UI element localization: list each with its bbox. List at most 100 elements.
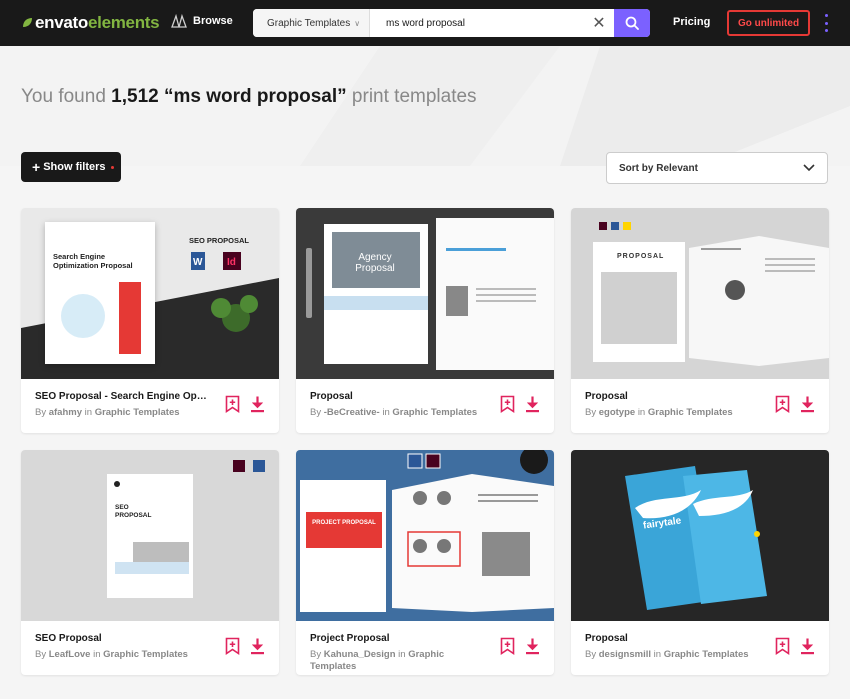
search-category-select[interactable]: Graphic Templates ∨: [253, 9, 370, 37]
download-icon[interactable]: [800, 637, 815, 655]
author-in: in: [398, 649, 406, 660]
cover-illustration: [61, 294, 105, 338]
plus-icon: +: [32, 159, 41, 175]
search-icon: [625, 16, 639, 30]
template-thumbnail[interactable]: SEO PROPOSAL: [21, 450, 279, 621]
bookmark-add-icon[interactable]: [225, 395, 240, 413]
search-button[interactable]: [614, 9, 650, 37]
pricing-link[interactable]: Pricing: [673, 16, 710, 28]
cover-title: Agency Proposal: [355, 252, 395, 274]
template-thumbnail[interactable]: PROJECT PROPOSAL: [296, 450, 554, 621]
download-icon[interactable]: [525, 395, 540, 413]
card-title[interactable]: Proposal: [585, 633, 759, 644]
author-link[interactable]: afahmy: [49, 407, 82, 418]
template-card[interactable]: SEO PROPOSAL SEO Proposal By LeafLove in…: [21, 450, 279, 675]
author-link[interactable]: Kahuna_Design: [324, 649, 396, 660]
author-by: By: [585, 649, 597, 660]
download-icon[interactable]: [800, 395, 815, 413]
document-cover: Search Engine Optimization Proposal: [45, 222, 155, 364]
author-by: By: [310, 649, 322, 660]
category-link[interactable]: Graphic Templates: [648, 407, 733, 418]
download-icon[interactable]: [525, 637, 540, 655]
browse-icon: [171, 14, 187, 28]
bookmark-add-icon[interactable]: [500, 637, 515, 655]
template-thumbnail[interactable]: fairytale: [571, 450, 829, 621]
card-meta: Project Proposal By Kahuna_Design in Gra…: [296, 621, 554, 675]
card-meta: SEO Proposal By LeafLove in Graphic Temp…: [21, 621, 279, 675]
download-icon[interactable]: [250, 395, 265, 413]
author-link[interactable]: designsmill: [599, 649, 651, 660]
author-by: By: [35, 649, 47, 660]
card-author-line: By afahmy in Graphic Templates: [35, 407, 209, 419]
chevron-down-icon: ∨: [354, 18, 361, 28]
card-author-line: By egotype in Graphic Templates: [585, 407, 759, 419]
envato-elements-logo[interactable]: envato elements: [21, 12, 160, 34]
logo-text-elements: elements: [88, 13, 160, 32]
author-in: in: [637, 407, 646, 418]
template-card[interactable]: PROPOSAL Proposal By egotype in Graphic …: [571, 208, 829, 433]
category-link[interactable]: Graphic Templates: [95, 407, 180, 418]
card-title[interactable]: Project Proposal: [310, 633, 484, 644]
template-card[interactable]: fairytale Proposal By designsmill in Gra…: [571, 450, 829, 675]
template-thumbnail[interactable]: Agency Proposal: [296, 208, 554, 379]
svg-text:Id: Id: [227, 257, 236, 268]
template-thumbnail[interactable]: W Id Search Engine Optimization Proposal…: [21, 208, 279, 379]
results-suffix: print templates: [351, 86, 477, 107]
search-bar: Graphic Templates ∨ ✕: [253, 9, 650, 37]
card-meta: SEO Proposal - Search Engine Opti... By …: [21, 379, 279, 433]
more-vertical-icon[interactable]: [822, 14, 830, 32]
svg-text:W: W: [193, 257, 203, 268]
template-card[interactable]: Agency Proposal Proposal By -BeCreative-…: [296, 208, 554, 433]
author-link[interactable]: -BeCreative-: [324, 407, 380, 418]
template-thumbnail[interactable]: PROPOSAL: [571, 208, 829, 379]
card-meta: Proposal By -BeCreative- in Graphic Temp…: [296, 379, 554, 433]
author-link[interactable]: egotype: [599, 407, 635, 418]
thumbnail-artwork: [300, 450, 554, 612]
card-title[interactable]: SEO Proposal: [35, 633, 209, 644]
leaf-logo-icon: [23, 18, 32, 27]
card-author-line: By LeafLove in Graphic Templates: [35, 649, 209, 661]
browse-label: Browse: [193, 15, 233, 27]
results-prefix: You found: [21, 86, 106, 107]
author-link[interactable]: LeafLove: [49, 649, 91, 660]
category-link[interactable]: Graphic Templates: [664, 649, 749, 660]
search-category-label: Graphic Templates: [267, 17, 351, 29]
sort-label: Sort by Relevant: [619, 162, 698, 174]
sort-dropdown[interactable]: Sort by Relevant: [606, 152, 828, 184]
category-link[interactable]: Graphic Templates: [103, 649, 188, 660]
cover-badge: SEO PROPOSAL: [189, 236, 250, 245]
results-count: 1,512: [111, 86, 159, 107]
clear-icon[interactable]: ✕: [584, 9, 614, 37]
card-title[interactable]: Proposal: [310, 391, 484, 402]
bookmark-add-icon[interactable]: [775, 637, 790, 655]
browse-menu-button[interactable]: Browse: [171, 14, 233, 28]
go-unlimited-button[interactable]: Go unlimited: [727, 10, 810, 36]
card-meta: Proposal By egotype in Graphic Templates: [571, 379, 829, 433]
results-heading: You found 1,512 “ms word proposal” print…: [21, 86, 477, 108]
template-card[interactable]: PROJECT PROPOSAL Project Proposal By Kah…: [296, 450, 554, 675]
category-link[interactable]: Graphic Templates: [392, 407, 477, 418]
thumbnail-artwork: [107, 460, 265, 598]
logo-text-envato: envato: [35, 13, 88, 32]
results-query: “ms word proposal”: [164, 86, 347, 107]
chevron-down-icon: [803, 164, 815, 172]
thumbnail-artwork: [306, 218, 554, 370]
thumbnail-artwork: [625, 466, 767, 610]
cover-title: Search Engine Optimization Proposal: [53, 252, 133, 270]
show-filters-button[interactable]: + Show filters: [21, 152, 121, 182]
bookmark-add-icon[interactable]: [775, 395, 790, 413]
bookmark-add-icon[interactable]: [225, 637, 240, 655]
card-title[interactable]: Proposal: [585, 391, 759, 402]
template-card[interactable]: W Id Search Engine Optimization Proposal…: [21, 208, 279, 433]
card-title[interactable]: SEO Proposal - Search Engine Opti...: [35, 391, 209, 402]
author-in: in: [84, 407, 93, 418]
download-icon[interactable]: [250, 637, 265, 655]
search-input[interactable]: [370, 9, 584, 37]
card-meta: Proposal By designsmill in Graphic Templ…: [571, 621, 829, 675]
card-author-line: By Kahuna_Design in Graphic Templates: [310, 649, 484, 673]
card-author-line: By -BeCreative- in Graphic Templates: [310, 407, 484, 419]
show-filters-label: Show filters: [43, 161, 106, 173]
filter-indicator-dot: [110, 165, 114, 169]
author-by: By: [585, 407, 597, 418]
bookmark-add-icon[interactable]: [500, 395, 515, 413]
